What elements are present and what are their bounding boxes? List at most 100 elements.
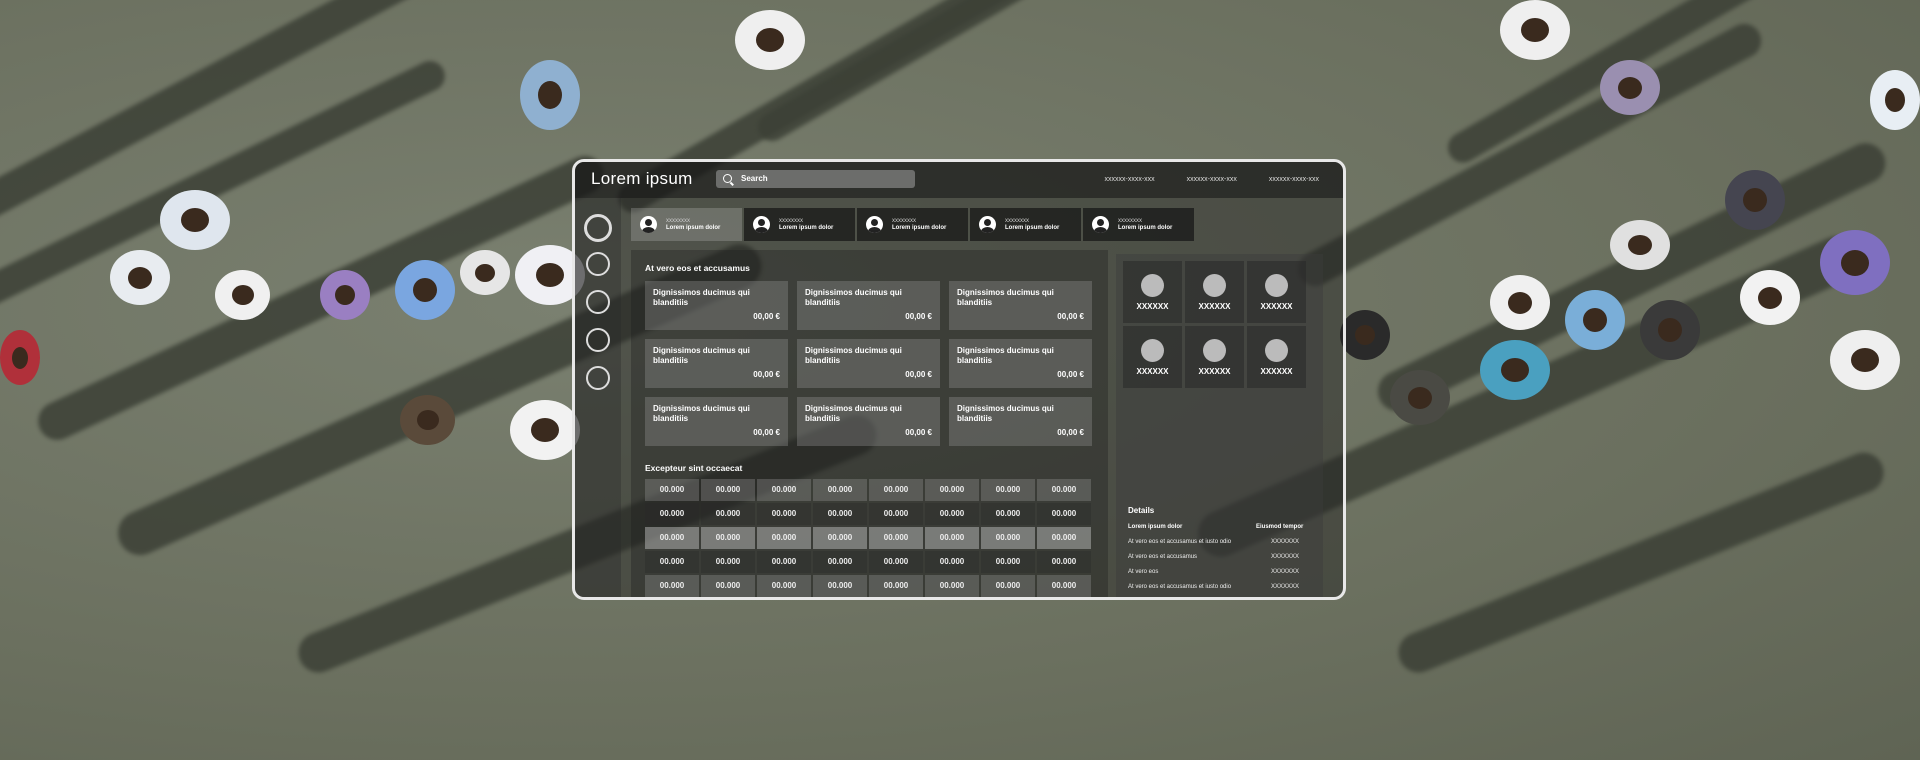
table-cell: 00.000 [925,551,979,573]
card-title: Dignissimos ducimus qui blanditiis [805,288,902,307]
table-cell: 00.000 [869,479,923,501]
table-cell: 00.000 [1037,503,1091,525]
user-avatar-icon [753,216,770,233]
avatar-icon [1141,339,1164,362]
table-cell: 00.000 [757,551,811,573]
cards-section-title: At vero eos et accusamus [645,263,750,273]
right-panel: XXXXXX XXXXXX XXXXXX XXXXXX XXXXXX XXXXXX Det… [1116,254,1323,600]
avatar-icon [1265,339,1288,362]
table-cell: 00.000 [813,575,867,597]
tab-sub-label: xxxxxxxx [1118,218,1142,224]
summary-card[interactable]: Dignissimos ducimus qui blanditiis 00,00… [949,397,1092,446]
card-title: Dignissimos ducimus qui blanditiis [957,404,1054,423]
table-cell: 00.000 [925,575,979,597]
table-cell: 00.000 [701,551,755,573]
table-cell: 00.000 [981,575,1035,597]
card-value: 00,00 € [905,428,932,437]
table-cell: 00.000 [757,503,811,525]
table-cell: 00.000 [981,503,1035,525]
table-cell: 00.000 [925,527,979,549]
tab-label: Lorem ipsum dolor [666,225,721,231]
table-cell: 00.000 [757,479,811,501]
sidebar-item[interactable] [586,252,610,276]
profile-card[interactable]: XXXXXX [1185,261,1244,323]
profile-label: XXXXXX [1136,302,1169,311]
card-value: 00,00 € [753,370,780,379]
table-cell: 00.000 [1037,479,1091,501]
sidebar-item-active[interactable] [584,214,612,242]
tab-user[interactable]: xxxxxxxx Lorem ipsum dolor [1083,208,1194,241]
user-avatar-icon [866,216,883,233]
card-title: Dignissimos ducimus qui blanditiis [805,346,902,365]
details-row-label: At vero eos et accusamus [1128,554,1198,560]
sidebar-item[interactable] [586,290,610,314]
summary-card[interactable]: Dignissimos ducimus qui blanditiis 00,00… [645,397,788,446]
sidebar-item[interactable] [586,366,610,390]
main-content: At vero eos et accusamus Dignissimos duc… [631,250,1108,597]
table-cell: 00.000 [869,575,923,597]
details-row-label: At vero eos et accusamus [1128,599,1197,600]
dashboard-window: Lorem ipsum Search xxxxxx-xxxx-xxx xxxxx… [572,159,1346,600]
top-link[interactable]: xxxxxx-xxxx-xxx [1104,176,1154,183]
details-row-value: XXXXXXX [1271,554,1300,560]
profile-card[interactable]: XXXXXX [1247,326,1306,388]
tab-user[interactable]: xxxxxxxx Lorem ipsum dolor [970,208,1081,241]
card-title: Dignissimos ducimus qui blanditiis [957,288,1054,307]
summary-card[interactable]: Dignissimos ducimus qui blanditiis 00,00… [645,281,788,330]
table-cell: 00.000 [757,527,811,549]
details-row-value: XXXXXXX [1271,539,1300,545]
card-value: 00,00 € [1057,370,1084,379]
card-title: Dignissimos ducimus qui blanditiis [653,288,750,307]
table-cell: 00.000 [701,575,755,597]
profile-card[interactable]: XXXXXX [1123,326,1182,388]
summary-card[interactable]: Dignissimos ducimus qui blanditiis 00,00… [797,339,940,388]
summary-card[interactable]: Dignissimos ducimus qui blanditiis 00,00… [949,339,1092,388]
table-cell: 00.000 [1037,551,1091,573]
summary-card[interactable]: Dignissimos ducimus qui blanditiis 00,00… [797,397,940,446]
avatar-icon [1203,339,1226,362]
details-row-value: XXXXXXX [1271,584,1300,590]
table-cell: 00.000 [701,479,755,501]
card-value: 00,00 € [1057,428,1084,437]
profile-card[interactable]: XXXXXX [1247,261,1306,323]
table-cell: 00.000 [757,575,811,597]
table-cell: 00.000 [813,503,867,525]
tab-user[interactable]: xxxxxxxx Lorem ipsum dolor [744,208,855,241]
summary-card[interactable]: Dignissimos ducimus qui blanditiis 00,00… [949,281,1092,330]
tab-label: Lorem ipsum dolor [892,225,947,231]
profile-card[interactable]: XXXXXX [1185,326,1244,388]
table-cell: 00.000 [925,503,979,525]
profile-label: XXXXXX [1198,367,1231,376]
table-cell: 00.000 [701,527,755,549]
table-cell: 00.000 [981,527,1035,549]
user-avatar-icon [640,216,657,233]
details-col-header: Eiusmod tempor [1256,524,1304,530]
summary-card[interactable]: Dignissimos ducimus qui blanditiis 00,00… [797,281,940,330]
card-title: Dignissimos ducimus qui blanditiis [653,404,750,423]
tab-sub-label: xxxxxxxx [1005,218,1029,224]
table-cell: 00.000 [701,503,755,525]
tab-label: Lorem ipsum dolor [1005,225,1060,231]
summary-card[interactable]: Dignissimos ducimus qui blanditiis 00,00… [645,339,788,388]
details-row-label: At vero eos et accusamus et iusto odio [1128,584,1232,590]
search-placeholder: Search [741,174,768,183]
table-cell: 00.000 [813,479,867,501]
table-cell: 00.000 [981,551,1035,573]
card-value: 00,00 € [753,312,780,321]
details-row-value: XXXXXXX [1271,599,1299,600]
tab-user[interactable]: xxxxxxxx Lorem ipsum dolor [631,208,742,241]
user-avatar-icon [979,216,996,233]
tab-sub-label: xxxxxxxx [892,218,916,224]
top-link[interactable]: xxxxxx-xxxx-xxx [1269,176,1319,183]
tab-user[interactable]: xxxxxxxx Lorem ipsum dolor [857,208,968,241]
top-bar: Lorem ipsum Search xxxxxx-xxxx-xxx xxxxx… [575,162,1343,198]
tab-sub-label: xxxxxxxx [779,218,803,224]
avatar-icon [1141,274,1164,297]
search-icon [723,174,732,183]
sidebar-item[interactable] [586,328,610,352]
search-input[interactable]: Search [716,170,915,188]
top-link[interactable]: xxxxxx-xxxx-xxx [1187,176,1237,183]
table-cell: 00.000 [813,551,867,573]
profile-label: XXXXXX [1260,367,1293,376]
profile-card[interactable]: XXXXXX [1123,261,1182,323]
